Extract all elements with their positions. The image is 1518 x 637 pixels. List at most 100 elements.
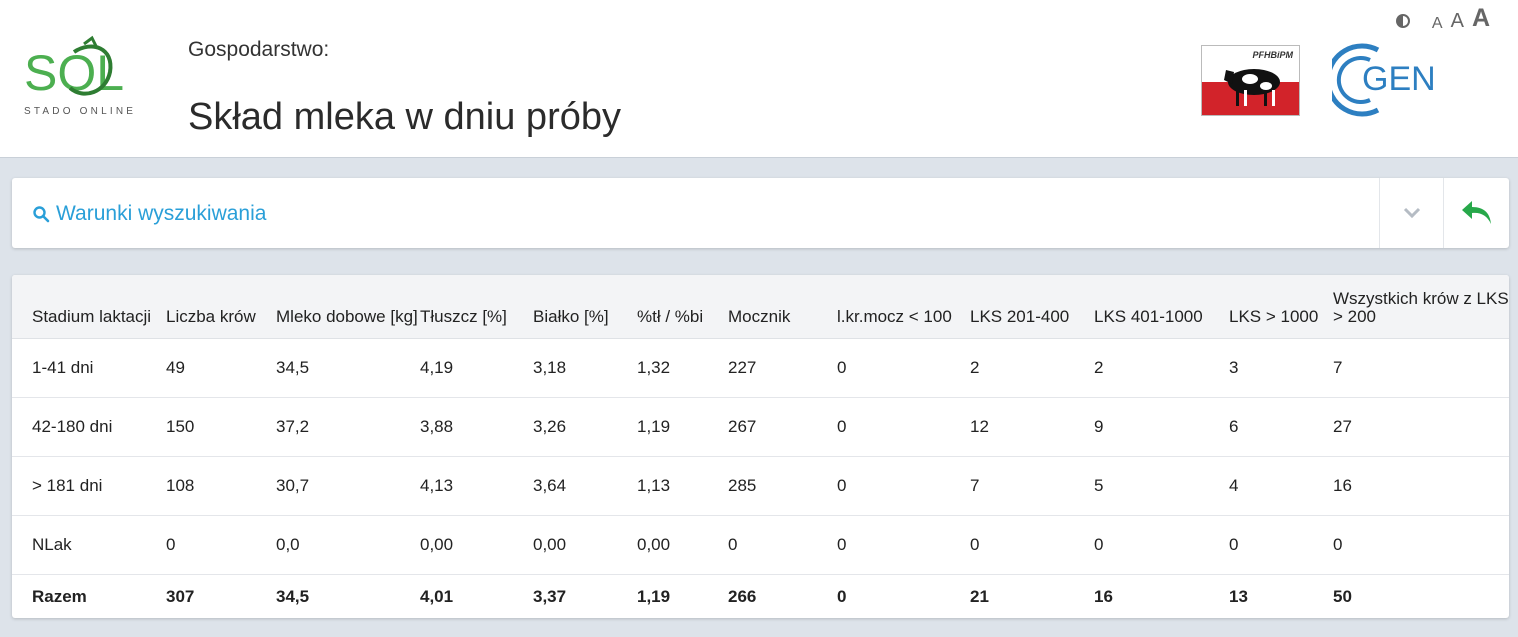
col-header[interactable]: LKS 201-400 [970, 275, 1094, 339]
table-cell: 4,19 [420, 357, 454, 377]
table-cell: 6 [1229, 416, 1239, 436]
total-cell: 3,37 [533, 586, 567, 606]
table-cell: 3,18 [533, 357, 567, 377]
table-cell: 0 [728, 534, 738, 554]
table-cell: 12 [970, 416, 989, 436]
table-cell: 34,5 [276, 357, 310, 377]
chevron-down-icon [1403, 207, 1420, 219]
table-row: NLak 0 0,0 0,00 0,00 0,00 0 0 0 0 0 0 [12, 515, 1509, 574]
col-header[interactable]: %tł / %bi [637, 275, 728, 339]
cgen-text: GEN [1362, 60, 1436, 98]
total-cell: 34,5 [276, 586, 310, 606]
logo-subtitle: STADO ONLINE [24, 106, 137, 117]
page-title: Skład mleka w dniu próby [188, 96, 621, 138]
table-row: > 181 dni 108 30,7 4,13 3,64 1,13 285 0 … [12, 456, 1509, 515]
table-cell: 3 [1229, 357, 1239, 377]
page-header: SOL STADO ONLINE Gospodarstwo: Skład mle… [0, 0, 1518, 158]
table-cell: 285 [728, 475, 757, 495]
reply-arrow-icon [1461, 201, 1491, 224]
table-cell: 0,00 [533, 534, 567, 554]
search-conditions-toggle[interactable]: Warunki wyszukiwania [32, 202, 266, 226]
table-cell: 0 [837, 534, 847, 554]
font-size-medium-button[interactable]: A [1451, 10, 1464, 33]
table-cell: 7 [1333, 357, 1343, 377]
total-cell: 50 [1333, 586, 1352, 606]
col-header[interactable]: Białko [%] [533, 275, 637, 339]
col-header[interactable]: Mocznik [728, 275, 837, 339]
search-panel: Warunki wyszukiwania [12, 178, 1509, 248]
table-cell: 0 [837, 357, 847, 377]
table-total-row: Razem 307 34,5 4,01 3,37 1,19 266 0 21 1… [12, 574, 1509, 618]
table-cell: 3,64 [533, 475, 567, 495]
table-cell: 49 [166, 357, 185, 377]
table-cell: 30,7 [276, 475, 310, 495]
table-cell: 2 [1094, 357, 1104, 377]
search-conditions-label: Warunki wyszukiwania [56, 202, 267, 225]
col-header[interactable]: l.kr.mocz < 100 [837, 275, 970, 339]
total-cell: Razem [32, 586, 87, 606]
milk-composition-table: Stadium laktacji Liczba krów Mleko dobow… [12, 275, 1509, 618]
col-header[interactable]: Wszystkich krów z LKS > 200 [1333, 275, 1509, 339]
accessibility-controls: A A A [1395, 4, 1490, 33]
table-cell: 37,2 [276, 416, 310, 436]
table-cell: 0 [166, 534, 176, 554]
table-cell: 0 [837, 416, 847, 436]
pfhbipm-text: PFHBiPM [1252, 50, 1294, 60]
total-cell: 4,01 [420, 586, 454, 606]
table-cell: 3,26 [533, 416, 567, 436]
total-cell: 0 [837, 586, 847, 606]
milk-composition-table-panel: Stadium laktacji Liczba krów Mleko dobow… [12, 275, 1509, 618]
table-cell: 0 [970, 534, 980, 554]
col-header[interactable]: LKS 401-1000 [1094, 275, 1229, 339]
col-header[interactable]: Stadium laktacji [12, 275, 166, 339]
table-cell: 0,00 [637, 534, 671, 554]
table-cell: 0 [1333, 534, 1343, 554]
table-cell: 27 [1333, 416, 1352, 436]
farm-label: Gospodarstwo: [188, 38, 330, 61]
table-cell: 0 [837, 475, 847, 495]
table-cell: 5 [1094, 475, 1104, 495]
table-cell: 0 [1229, 534, 1239, 554]
table-cell: 1-41 dni [32, 357, 94, 377]
total-cell: 21 [970, 586, 989, 606]
col-header[interactable]: LKS > 1000 [1229, 275, 1333, 339]
total-cell: 266 [728, 586, 757, 606]
back-button[interactable] [1443, 178, 1509, 248]
font-size-small-button[interactable]: A [1432, 15, 1443, 33]
table-cell: 227 [728, 357, 757, 377]
total-cell: 16 [1094, 586, 1113, 606]
expand-button[interactable] [1379, 178, 1443, 248]
cgen-logo: GEN [1332, 43, 1436, 117]
table-cell: 4 [1229, 475, 1239, 495]
table-cell: 9 [1094, 416, 1104, 436]
col-header[interactable]: Liczba krów [166, 275, 276, 339]
table-row: 1-41 dni 49 34,5 4,19 3,18 1,32 227 0 2 … [12, 338, 1509, 397]
table-cell: 1,13 [637, 475, 671, 495]
table-cell: 1,19 [637, 416, 671, 436]
col-header[interactable]: Tłuszcz [%] [420, 275, 533, 339]
font-size-large-button[interactable]: A [1472, 4, 1490, 33]
contrast-icon[interactable] [1395, 14, 1410, 28]
table-cell: 7 [970, 475, 980, 495]
table-cell: > 181 dni [32, 475, 103, 495]
table-cell: 4,13 [420, 475, 454, 495]
table-cell: 150 [166, 416, 195, 436]
table-row: 42-180 dni 150 37,2 3,88 3,26 1,19 267 0… [12, 397, 1509, 456]
table-cell: 0,00 [420, 534, 454, 554]
table-cell: 3,88 [420, 416, 454, 436]
table-cell: 1,32 [637, 357, 671, 377]
table-header-row: Stadium laktacji Liczba krów Mleko dobow… [12, 275, 1509, 339]
table-cell: 108 [166, 475, 195, 495]
col-header[interactable]: Mleko dobowe [kg] [276, 275, 420, 339]
table-cell: 2 [970, 357, 980, 377]
total-cell: 13 [1229, 586, 1248, 606]
total-cell: 1,19 [637, 586, 671, 606]
table-cell: 42-180 dni [32, 416, 113, 436]
total-cell: 307 [166, 586, 195, 606]
table-cell: 16 [1333, 475, 1352, 495]
table-cell: NLak [32, 534, 72, 554]
table-cell: 267 [728, 416, 757, 436]
search-icon [33, 206, 50, 223]
pfhbipm-logo: PFHBiPM [1201, 45, 1300, 116]
table-cell: 0,0 [276, 534, 300, 554]
